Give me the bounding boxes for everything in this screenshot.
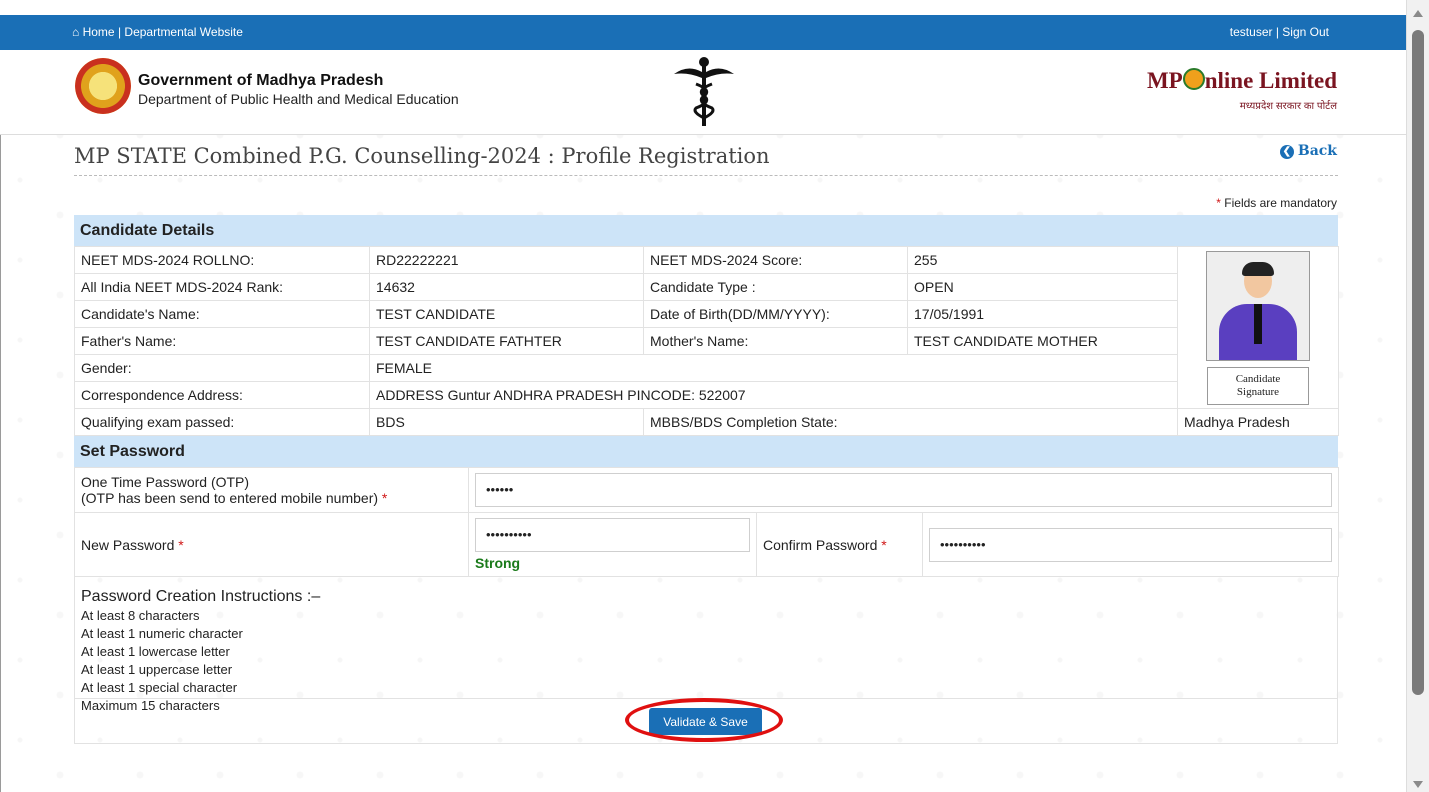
nav-separator: |	[117, 25, 122, 39]
candidate-name-label: Candidate's Name:	[74, 300, 370, 328]
otp-label: One Time Password (OTP)	[81, 474, 250, 490]
confirm-password-input-cell: ••••••••••	[921, 512, 1340, 577]
score-value: 255	[907, 246, 1178, 274]
nav-separator: |	[1275, 25, 1279, 39]
mponline-tagline: मध्यप्रदेश सरकार का पोर्टल	[1239, 101, 1337, 112]
list-item: At least 1 special character	[81, 680, 238, 695]
table-row: One Time Password (OTP) (OTP has been se…	[74, 467, 1340, 513]
new-password-input-cell: •••••••••• Strong	[468, 512, 757, 577]
highlight-circle-annotation	[625, 698, 783, 742]
departmental-website-link[interactable]: Departmental Website	[124, 25, 243, 39]
candidate-photo	[1206, 250, 1310, 361]
dob-label: Date of Birth(DD/MM/YYYY):	[643, 300, 908, 328]
new-password-label-cell: New Password *	[74, 512, 469, 577]
list-item: At least 1 numeric character	[81, 626, 243, 641]
password-strength-indicator: Strong	[475, 555, 521, 571]
mother-name-label: Mother's Name:	[643, 327, 908, 355]
father-name-value: TEST CANDIDATE FATHTER	[369, 327, 644, 355]
password-instructions: Password Creation Instructions :– At lea…	[74, 577, 1338, 713]
back-link[interactable]: ❮ Back	[1279, 143, 1337, 159]
new-password-input[interactable]: ••••••••••	[475, 518, 750, 552]
rank-label: All India NEET MDS-2024 Rank:	[74, 273, 370, 301]
site-header: Government of Madhya Pradesh Department …	[0, 50, 1407, 135]
otp-hint: (OTP has been send to entered mobile num…	[81, 490, 388, 506]
completion-state-label: MBBS/BDS Completion State:	[643, 408, 1178, 436]
table-row: Candidate's Name: TEST CANDIDATE Date of…	[74, 300, 1339, 328]
score-label: NEET MDS-2024 Score:	[643, 246, 908, 274]
candidate-details-table: NEET MDS-2024 ROLLNO: RD22222221 NEET MD…	[74, 246, 1339, 436]
home-icon[interactable]: ⌂	[72, 25, 79, 39]
page-title: MP STATE Combined P.G. Counselling-2024 …	[74, 144, 770, 168]
table-row: New Password * •••••••••• Strong Confirm…	[74, 512, 1340, 577]
top-nav-left: ⌂ Home | Departmental Website	[72, 25, 243, 39]
department-subtitle: Department of Public Health and Medical …	[138, 91, 459, 107]
father-name-label: Father's Name:	[74, 327, 370, 355]
set-password-heading: Set Password	[74, 436, 1338, 467]
candidate-type-value: OPEN	[907, 273, 1178, 301]
table-row: All India NEET MDS-2024 Rank: 14632 Cand…	[74, 273, 1339, 301]
action-row: Validate & Save	[74, 698, 1338, 744]
home-link[interactable]: Home	[83, 25, 115, 39]
instructions-heading: Password Creation Instructions :–	[81, 588, 321, 605]
mponline-logo: MP nline Limited	[1146, 68, 1337, 93]
top-strip	[0, 0, 1407, 15]
address-value: ADDRESS Guntur ANDHRA PRADESH PINCODE: 5…	[369, 381, 1178, 409]
scrollbar-thumb[interactable]	[1412, 30, 1424, 695]
sign-out-link[interactable]: Sign Out	[1282, 25, 1329, 39]
table-row: Gender: FEMALE	[74, 354, 1339, 382]
mp-government-emblem-icon	[75, 58, 131, 114]
mandatory-note: * Fields are mandatory	[1216, 196, 1337, 210]
rollno-value: RD22222221	[369, 246, 644, 274]
table-row: Father's Name: TEST CANDIDATE FATHTER Mo…	[74, 327, 1339, 355]
new-password-label: New Password	[81, 536, 175, 553]
username-label: testuser	[1229, 25, 1273, 39]
rollno-label: NEET MDS-2024 ROLLNO:	[74, 246, 370, 274]
mother-name-value: TEST CANDIDATE MOTHER	[907, 327, 1178, 355]
rank-value: 14632	[369, 273, 644, 301]
candidate-name-value: TEST CANDIDATE	[369, 300, 644, 328]
candidate-details-heading: Candidate Details	[74, 215, 1338, 246]
gender-value: FEMALE	[369, 354, 1178, 382]
main-content: Candidate Details NEET MDS-2024 ROLLNO: …	[74, 215, 1340, 744]
otp-input[interactable]: ••••••	[475, 473, 1333, 507]
list-item: At least 1 uppercase letter	[81, 662, 233, 677]
candidate-signature: Candidate Signature	[1207, 366, 1309, 405]
table-row: Qualifying exam passed: BDS MBBS/BDS Com…	[74, 408, 1339, 436]
caduceus-icon	[674, 57, 734, 126]
chevron-left-icon: ❮	[1279, 145, 1294, 159]
list-item: At least 8 characters	[81, 608, 200, 623]
completion-state-value: Madhya Pradesh	[1177, 408, 1339, 436]
set-password-table: One Time Password (OTP) (OTP has been se…	[74, 467, 1340, 577]
top-nav-right: testuser | Sign Out	[1230, 25, 1329, 39]
qualifying-exam-value: BDS	[369, 408, 644, 436]
table-row: Correspondence Address: ADDRESS Guntur A…	[74, 381, 1339, 409]
government-title: Government of Madhya Pradesh	[138, 72, 384, 89]
candidate-type-label: Candidate Type :	[643, 273, 908, 301]
dob-value: 17/05/1991	[907, 300, 1178, 328]
otp-input-cell: ••••••	[467, 467, 1340, 513]
photo-cell: Candidate Signature	[1177, 246, 1339, 409]
mponline-logo-o-icon	[1182, 68, 1205, 90]
confirm-password-label-cell: Confirm Password *	[756, 512, 923, 577]
list-item: At least 1 lowercase letter	[81, 644, 230, 659]
table-row: NEET MDS-2024 ROLLNO: RD22222221 NEET MD…	[74, 246, 1339, 409]
top-nav-bar: ⌂ Home | Departmental Website testuser |…	[0, 15, 1407, 50]
scroll-down-arrow-icon[interactable]	[1413, 781, 1423, 788]
title-divider	[74, 175, 1338, 176]
vertical-scrollbar[interactable]	[1406, 0, 1429, 792]
confirm-password-input[interactable]: ••••••••••	[929, 527, 1333, 562]
qualifying-exam-label: Qualifying exam passed:	[74, 408, 370, 436]
confirm-password-label: Confirm Password	[763, 536, 878, 553]
scroll-up-arrow-icon[interactable]	[1413, 10, 1423, 17]
gender-label: Gender:	[74, 354, 370, 382]
otp-label-cell: One Time Password (OTP) (OTP has been se…	[74, 467, 469, 513]
address-label: Correspondence Address:	[74, 381, 370, 409]
